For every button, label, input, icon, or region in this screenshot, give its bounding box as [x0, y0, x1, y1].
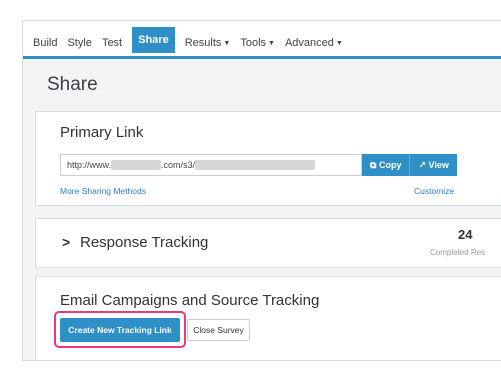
- nav-tools-label: Tools: [240, 36, 267, 49]
- copy-button[interactable]: ⧉ Copy: [362, 154, 411, 176]
- completed-count: 24: [458, 227, 473, 242]
- top-nav: Build Style Test Share Results ▼ Tools ▼ A…: [23, 21, 501, 59]
- completed-label: Completed Res: [430, 248, 486, 257]
- email-campaigns-title: Email Campaigns and Source Tracking: [60, 292, 320, 309]
- chevron-right-icon: >: [62, 234, 71, 250]
- caret-down-icon: ▼: [268, 39, 275, 47]
- customize-link[interactable]: Customize: [414, 186, 454, 196]
- caret-down-icon: ▼: [335, 39, 343, 47]
- url-prefix: http://www.: [67, 160, 112, 170]
- view-label: View: [428, 160, 449, 170]
- share-url-field[interactable]: http://www. .com/s3/: [60, 154, 362, 176]
- primary-link-card: Primary Link http://www. .com/s3/ ⧉ Copy …: [35, 111, 501, 206]
- redacted-domain: [111, 160, 162, 170]
- response-tracking-card[interactable]: > Response Tracking 24 Completed Res: [35, 218, 501, 268]
- nav-advanced-label: Advanced: [284, 36, 334, 49]
- nav-build[interactable]: Build: [33, 37, 57, 49]
- close-survey-button[interactable]: Close Survey: [187, 319, 250, 341]
- nav-share[interactable]: Share: [132, 27, 175, 53]
- caret-down-icon: ▼: [223, 39, 231, 47]
- copy-label: Copy: [378, 160, 402, 170]
- view-button[interactable]: ↗ View: [410, 154, 457, 176]
- nav-tools[interactable]: Tools ▼: [240, 37, 275, 49]
- nav-underline: [23, 56, 501, 59]
- redacted-path: [195, 160, 316, 170]
- page-title: Share: [47, 74, 98, 95]
- share-actions: ⧉ Copy ↗ View: [362, 154, 457, 176]
- url-middle: .com/s3/: [161, 160, 196, 170]
- nav-results[interactable]: Results ▼: [185, 37, 231, 49]
- copy-icon: ⧉: [370, 160, 377, 170]
- response-tracking-title: Response Tracking: [80, 234, 209, 251]
- create-tracking-link-button[interactable]: Create New Tracking Link: [60, 318, 180, 342]
- more-sharing-methods-link[interactable]: More Sharing Methods: [60, 186, 146, 196]
- nav-test[interactable]: Test: [102, 37, 122, 49]
- primary-link-title: Primary Link: [60, 124, 144, 141]
- external-link-icon: ↗: [418, 160, 426, 170]
- nav-results-label: Results: [184, 36, 222, 49]
- app-frame: Build Style Test Share Results ▼ Tools ▼ A…: [22, 20, 501, 361]
- nav-style[interactable]: Style: [67, 37, 91, 49]
- nav-advanced[interactable]: Advanced ▼: [285, 37, 343, 49]
